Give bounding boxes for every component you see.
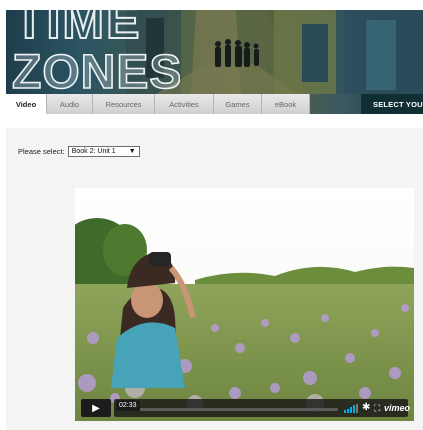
- unit-selector-row: Please select: Book 2: Unit 1 ▼: [18, 146, 140, 157]
- player-controls: ▶ 02:33 ✱ ⛶ vimeo: [81, 399, 410, 417]
- tab-activities[interactable]: Activities: [155, 94, 214, 114]
- time-display: 02:33: [116, 400, 140, 411]
- tab-ebook[interactable]: eBook: [262, 94, 310, 114]
- select-level-button[interactable]: SELECT YOU: [361, 94, 423, 114]
- play-button[interactable]: ▶: [81, 399, 111, 417]
- fullscreen-icon[interactable]: ⛶: [374, 401, 380, 415]
- tab-resources[interactable]: Resources: [93, 94, 155, 114]
- unit-select-value: Book 2: Unit 1: [71, 148, 116, 155]
- svg-text:TIME: TIME: [14, 10, 141, 49]
- video-player[interactable]: ▶ 02:33 ✱ ⛶ vimeo: [75, 188, 414, 421]
- content-panel: Please select: Book 2: Unit 1 ▼ ▶ 02:33 …: [6, 128, 423, 430]
- header-banner: TIME ZONES Video Audio Resources Activit…: [6, 10, 423, 114]
- tab-video[interactable]: Video: [6, 94, 47, 114]
- time-zones-logo: TIME ZONES: [11, 10, 180, 100]
- progress-track[interactable]: 02:33: [116, 400, 338, 411]
- settings-gear-icon[interactable]: ✱: [362, 401, 370, 415]
- progress-bar[interactable]: 02:33 ✱ ⛶ vimeo: [114, 399, 410, 417]
- unit-select-dropdown[interactable]: Book 2: Unit 1 ▼: [67, 146, 140, 157]
- tab-audio[interactable]: Audio: [47, 94, 93, 114]
- svg-text:ZONES: ZONES: [12, 46, 180, 99]
- volume-icon[interactable]: [344, 404, 358, 413]
- play-icon: ▶: [92, 402, 100, 414]
- tab-games[interactable]: Games: [214, 94, 262, 114]
- chevron-down-icon: ▼: [128, 148, 136, 155]
- tab-bar: Video Audio Resources Activities Games e…: [6, 94, 310, 114]
- unit-select-label: Please select:: [18, 147, 65, 156]
- video-frame-image: [75, 188, 414, 421]
- vimeo-logo[interactable]: vimeo: [384, 401, 410, 415]
